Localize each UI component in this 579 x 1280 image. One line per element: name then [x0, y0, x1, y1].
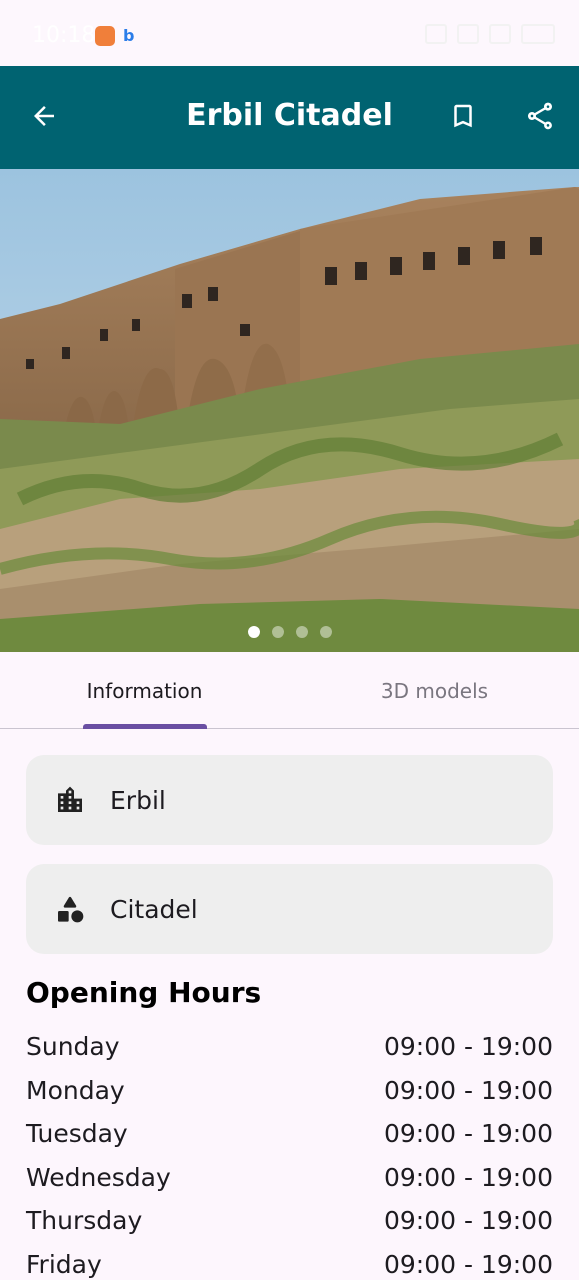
share-button[interactable]	[516, 92, 564, 140]
hours-row: Wednesday 09:00 - 19:00	[26, 1156, 553, 1200]
hours-value: 09:00 - 19:00	[383, 1032, 553, 1062]
day-label: Tuesday	[26, 1119, 128, 1149]
city-buildings-icon	[54, 784, 86, 816]
tab-information[interactable]: Information	[0, 652, 289, 729]
hours-value: 09:00 - 19:00	[383, 1119, 553, 1149]
tab-3d-models[interactable]: 3D models	[290, 652, 579, 729]
city-label: Erbil	[110, 785, 166, 815]
hours-row: Friday 09:00 - 19:00	[26, 1243, 553, 1280]
day-label: Monday	[26, 1075, 125, 1105]
gallery-page-indicator	[0, 626, 579, 638]
day-label: Thursday	[26, 1206, 143, 1236]
day-label: Sunday	[26, 1032, 120, 1062]
tab-indicator	[83, 724, 207, 729]
battery-icon	[521, 24, 555, 44]
app-bar: Erbil Citadel	[0, 66, 579, 169]
signal-icon	[489, 24, 511, 44]
category-chip[interactable]: Citadel	[26, 864, 553, 954]
status-indicators	[425, 24, 555, 44]
day-label: Friday	[26, 1249, 102, 1279]
page-title: Erbil Citadel	[186, 98, 393, 133]
hours-row: Thursday 09:00 - 19:00	[26, 1199, 553, 1243]
bookmark-button[interactable]	[439, 92, 487, 140]
hours-value: 09:00 - 19:00	[383, 1206, 553, 1236]
hours-value: 09:00 - 19:00	[383, 1249, 553, 1279]
shapes-icon	[54, 893, 86, 925]
hours-value: 09:00 - 19:00	[383, 1162, 553, 1192]
tab-bar: Information 3D models	[0, 652, 579, 729]
wifi-icon	[457, 24, 479, 44]
share-icon	[528, 102, 552, 130]
erbil-citadel-photo	[0, 169, 579, 652]
status-bar: 10:18 b	[0, 0, 579, 66]
hours-value: 09:00 - 19:00	[383, 1075, 553, 1105]
notification-app-icon	[95, 26, 115, 46]
city-chip[interactable]: Erbil	[26, 755, 553, 845]
hours-row: Sunday 09:00 - 19:00	[26, 1025, 553, 1069]
mute-icon	[425, 24, 447, 44]
bing-app-icon: b	[123, 26, 135, 45]
status-time: 10:18	[32, 23, 96, 48]
page-dot[interactable]	[247, 626, 260, 638]
image-gallery[interactable]	[0, 169, 579, 652]
category-label: Citadel	[110, 894, 198, 924]
opening-hours-list: Sunday 09:00 - 19:00 Monday 09:00 - 19:0…	[26, 1025, 553, 1280]
hours-row: Tuesday 09:00 - 19:00	[26, 1112, 553, 1156]
bookmark-icon	[454, 104, 472, 128]
page-dot[interactable]	[271, 626, 284, 638]
hours-row: Monday 09:00 - 19:00	[26, 1069, 553, 1113]
page-dot[interactable]	[319, 626, 332, 638]
day-label: Wednesday	[26, 1162, 171, 1192]
page-dot[interactable]	[295, 626, 308, 638]
opening-hours-title: Opening Hours	[26, 976, 262, 1009]
